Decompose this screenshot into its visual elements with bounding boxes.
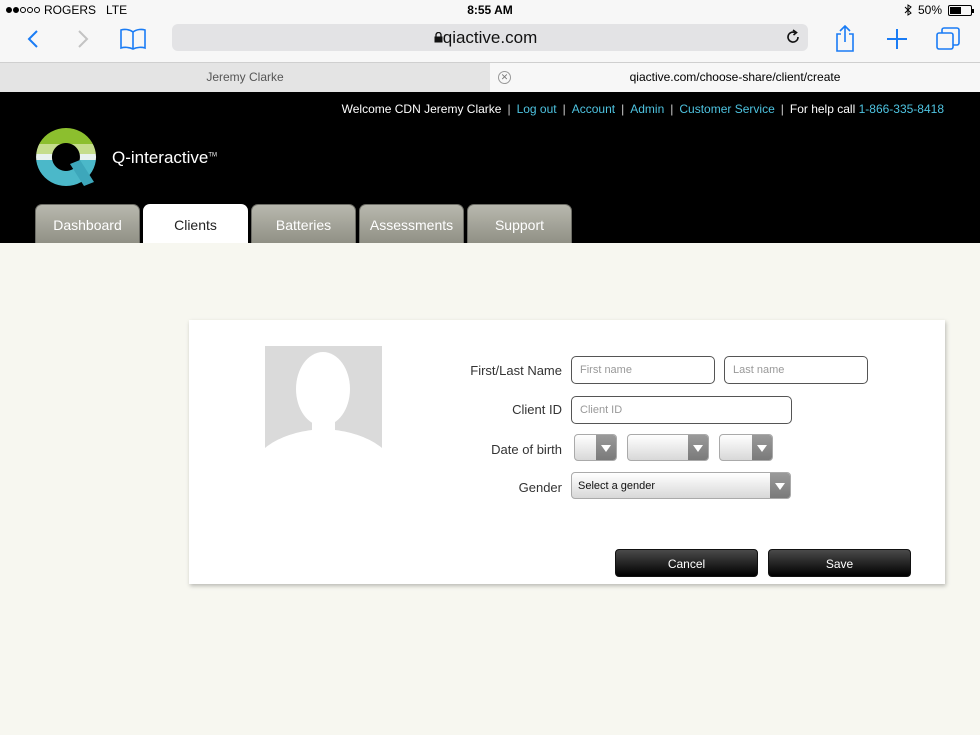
address-bar[interactable]: qiactive.com <box>172 24 808 51</box>
chevron-down-icon <box>596 435 616 460</box>
account-link[interactable]: Account <box>572 102 615 116</box>
gender-select-value: Select a gender <box>578 480 656 492</box>
name-label: First/Last Name <box>470 363 562 378</box>
admin-link[interactable]: Admin <box>630 102 664 116</box>
avatar-placeholder[interactable] <box>265 346 382 462</box>
create-client-card: First/Last Name First name Last name Cli… <box>189 320 945 584</box>
chevron-down-icon <box>752 435 772 460</box>
tab-clients[interactable]: Clients <box>143 204 248 243</box>
client-id-input[interactable]: Client ID <box>571 396 792 424</box>
browser-tab-current[interactable]: ✕ qiactive.com/choose-share/client/creat… <box>490 63 980 93</box>
welcome-text: Welcome CDN Jeremy Clarke <box>341 102 502 116</box>
logout-link[interactable]: Log out <box>517 102 557 116</box>
top-nav: Welcome CDN Jeremy Clarke | Log out | Accoun… <box>341 102 944 116</box>
dob-month-select[interactable] <box>627 434 709 461</box>
browser-tab-bar: Jeremy Clarke ✕ qiactive.com/choose-shar… <box>0 62 980 93</box>
browser-toolbar: qiactive.com <box>0 20 980 62</box>
chevron-down-icon <box>688 435 708 460</box>
cancel-button[interactable]: Cancel <box>615 549 758 577</box>
help-phone-link[interactable]: 1-866-335-8418 <box>859 102 944 116</box>
close-tab-icon[interactable]: ✕ <box>498 71 511 84</box>
new-tab-icon[interactable] <box>882 24 912 54</box>
browser-tab-current-label: qiactive.com/choose-share/client/create <box>629 70 841 84</box>
logo[interactable]: Q-interactiveTM <box>34 126 217 188</box>
browser-tab-jeremy[interactable]: Jeremy Clarke <box>0 63 490 93</box>
status-right: 50% <box>904 3 974 17</box>
url-host: qiactive.com <box>442 28 538 47</box>
bluetooth-icon <box>904 4 912 16</box>
chevron-down-icon <box>770 473 790 498</box>
gender-label: Gender <box>518 480 562 495</box>
help-text: For help call <box>789 102 856 116</box>
q-logo-icon <box>36 128 97 186</box>
tab-batteries[interactable]: Batteries <box>251 204 356 243</box>
bookmarks-icon[interactable] <box>118 24 148 54</box>
dob-label: Date of birth <box>491 442 562 457</box>
share-icon[interactable] <box>830 24 860 54</box>
customer-service-link[interactable]: Customer Service <box>679 102 774 116</box>
site-header: Welcome CDN Jeremy Clarke | Log out | Accoun… <box>0 92 980 243</box>
trademark: TM <box>208 152 218 159</box>
tab-dashboard[interactable]: Dashboard <box>35 204 140 243</box>
dob-day-select[interactable] <box>574 434 617 461</box>
tabs-overview-icon[interactable] <box>933 24 963 54</box>
last-name-input[interactable]: Last name <box>724 356 868 384</box>
clock: 8:55 AM <box>467 3 513 17</box>
tab-assessments[interactable]: Assessments <box>359 204 464 243</box>
reload-icon[interactable] <box>784 28 802 46</box>
client-id-label: Client ID <box>512 402 562 417</box>
forward-icon[interactable] <box>68 24 98 54</box>
dob-year-select[interactable] <box>719 434 773 461</box>
brand-name: Q-interactiveTM <box>112 148 218 167</box>
gender-select[interactable]: Select a gender <box>571 472 791 499</box>
main-nav-tabs: Dashboard Clients Batteries Assessments … <box>35 204 572 243</box>
tab-support[interactable]: Support <box>467 204 572 243</box>
back-icon[interactable] <box>18 24 48 54</box>
battery-percent: 50% <box>917 3 942 17</box>
battery-icon <box>948 4 974 16</box>
status-bar: ROGERS LTE 8:55 AM 50% <box>0 0 980 20</box>
save-button[interactable]: Save <box>768 549 911 577</box>
first-name-input[interactable]: First name <box>571 356 715 384</box>
person-silhouette-icon <box>265 352 382 462</box>
